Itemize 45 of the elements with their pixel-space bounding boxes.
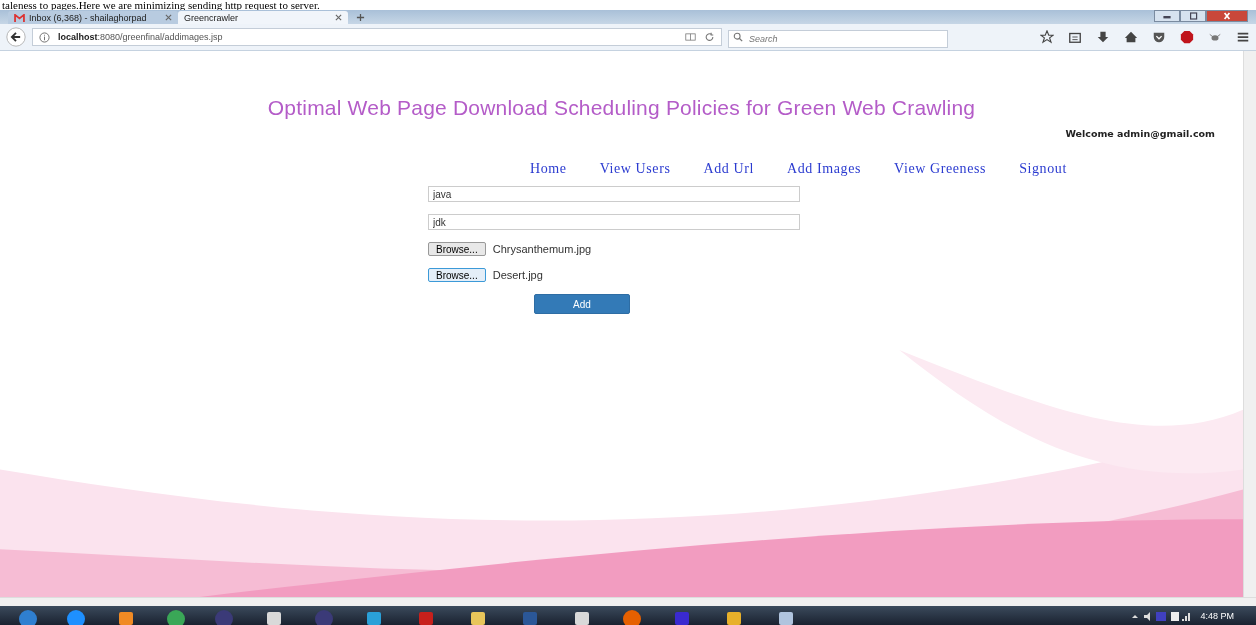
menu-icon[interactable] bbox=[1236, 30, 1250, 44]
pocket-icon[interactable] bbox=[1152, 30, 1166, 44]
nav-link[interactable]: View Users bbox=[599, 161, 671, 177]
nav-link[interactable]: Signout bbox=[1019, 161, 1067, 177]
back-button[interactable] bbox=[6, 27, 26, 47]
vertical-scrollbar[interactable] bbox=[1243, 51, 1256, 597]
browser-tab[interactable]: Inbox (6,368) - shailaghorpad bbox=[8, 11, 178, 24]
nav-link[interactable]: Add Images bbox=[787, 161, 862, 177]
file-name: Chrysanthemum.jpg bbox=[492, 243, 592, 255]
close-icon[interactable] bbox=[165, 14, 172, 21]
new-tab-icon[interactable] bbox=[356, 13, 365, 22]
browser-tab[interactable]: Greencrawler bbox=[178, 11, 348, 24]
nav-link[interactable]: Add Url bbox=[703, 161, 754, 177]
adblock-icon[interactable] bbox=[1180, 30, 1194, 44]
close-icon bbox=[1221, 12, 1233, 20]
info-icon[interactable] bbox=[39, 31, 50, 43]
input-field[interactable]: jdk bbox=[428, 214, 800, 230]
reload-icon[interactable] bbox=[704, 32, 715, 42]
reader-icon[interactable] bbox=[685, 32, 696, 42]
close-button[interactable] bbox=[1206, 10, 1248, 22]
mail-icon bbox=[14, 13, 25, 22]
welcome-text: Welcome admin@gmail.com bbox=[1065, 128, 1215, 139]
page-title: Optimal Web Page Download Scheduling Policies for Green Web Crawling bbox=[266, 96, 977, 120]
close-icon[interactable] bbox=[335, 14, 342, 21]
clock: 4:48 PM bbox=[1200, 610, 1234, 621]
home-icon[interactable] bbox=[1124, 30, 1138, 44]
horizontal-scrollbar[interactable] bbox=[0, 597, 1256, 606]
clipboard-icon[interactable] bbox=[1068, 30, 1082, 44]
restore-icon bbox=[1187, 12, 1199, 20]
search-field[interactable]: Search bbox=[728, 30, 948, 48]
nav-link[interactable]: View Greeness bbox=[894, 161, 987, 177]
add-button[interactable]: Add bbox=[534, 294, 630, 314]
document-caption: taleness to pages.Here we are minimizing sending http request to server. bbox=[1, 0, 321, 10]
browse-button[interactable]: Browse... bbox=[428, 268, 486, 282]
minimize-button[interactable] bbox=[1154, 10, 1180, 22]
tray-icons[interactable] bbox=[1130, 609, 1191, 622]
download-icon[interactable] bbox=[1096, 30, 1110, 44]
browse-button[interactable]: Browse... bbox=[428, 242, 486, 256]
file-name: Desert.jpg bbox=[492, 269, 543, 281]
maximize-button[interactable] bbox=[1180, 10, 1206, 22]
input-field[interactable]: java bbox=[428, 186, 800, 202]
bookmark-star-icon[interactable] bbox=[1040, 30, 1054, 44]
nav-link[interactable]: Home bbox=[530, 161, 567, 177]
search-icon bbox=[733, 32, 743, 42]
address-bar[interactable]: localhost:8080/greenfinal/addimages.jsp bbox=[32, 28, 722, 46]
